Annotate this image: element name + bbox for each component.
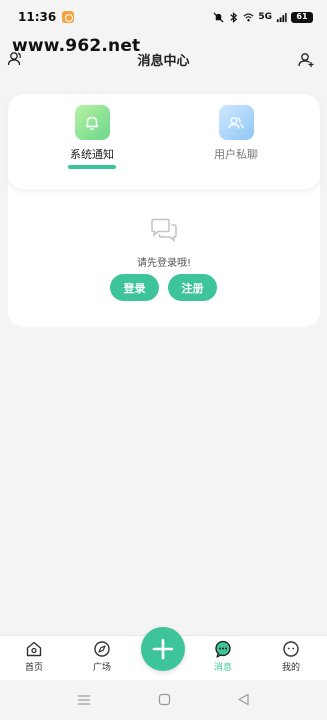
nav-messages[interactable]: 消息 <box>198 640 248 673</box>
nav-square-label: 广场 <box>92 663 111 673</box>
nav-mine[interactable]: 我的 <box>266 640 316 673</box>
nav-messages-label: 消息 <box>213 663 232 673</box>
plus-icon <box>152 638 174 660</box>
tab-system-icon-box <box>74 105 110 140</box>
message-tabs: 系统通知 用户私聊 <box>8 94 320 189</box>
status-right: 5G 61 <box>213 11 313 23</box>
page-title: 消息中心 <box>137 54 190 69</box>
register-button[interactable]: 注册 <box>168 274 217 301</box>
tab-private-chat[interactable]: 用户私聊 <box>186 105 286 162</box>
home-button-icon[interactable] <box>158 693 171 706</box>
tab-system-notice[interactable]: 系统通知 <box>42 105 142 169</box>
compass-icon <box>94 641 110 657</box>
signal-icon <box>276 12 287 22</box>
message-card: 系统通知 用户私聊 请先登录哦! 登录 注册 <box>8 94 320 327</box>
profile-icon <box>283 641 299 657</box>
home-icon <box>26 641 42 657</box>
status-bar: 11:36 5G 61 <box>0 0 327 34</box>
page-header: 消息中心 <box>0 40 327 78</box>
status-left: 11:36 <box>18 10 75 24</box>
active-tab-indicator <box>68 165 116 169</box>
nav-home-label: 首页 <box>24 663 43 673</box>
nav-mine-label: 我的 <box>281 663 300 673</box>
network-label: 5G <box>258 12 272 22</box>
tab-private-label: 用户私聊 <box>214 148 258 161</box>
login-button[interactable]: 登录 <box>110 274 159 301</box>
chat-bubbles-icon <box>151 218 177 243</box>
add-friend-icon[interactable] <box>297 51 315 69</box>
nav-home[interactable]: 首页 <box>9 640 59 673</box>
bluetooth-icon <box>230 11 238 23</box>
users-icon <box>228 116 244 129</box>
wifi-icon <box>243 12 254 21</box>
nav-square[interactable]: 广场 <box>77 640 127 673</box>
system-nav-bar <box>0 680 327 720</box>
battery-indicator: 61 <box>291 11 313 23</box>
bell-icon <box>86 116 98 130</box>
mute-icon <box>213 11 224 23</box>
message-icon <box>215 640 231 658</box>
login-prompt: 请先登录哦! <box>136 258 191 269</box>
tab-private-icon-box <box>218 105 254 140</box>
app-notification-icon <box>62 11 75 23</box>
status-time: 11:36 <box>18 10 57 24</box>
back-icon[interactable] <box>237 693 250 706</box>
create-post-button[interactable] <box>141 627 185 671</box>
recent-apps-icon[interactable] <box>77 693 91 707</box>
tab-system-label: 系统通知 <box>70 148 114 161</box>
